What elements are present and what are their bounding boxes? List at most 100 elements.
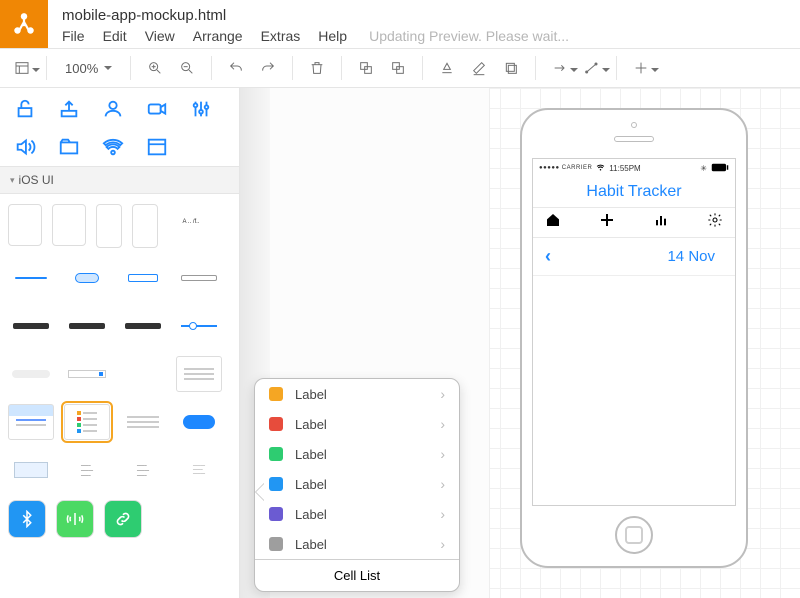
color-swatch [269, 507, 283, 521]
thumb-textblock-2[interactable]: ━━━━━━━━━━━━━ [120, 452, 166, 488]
shape-preview-popover: Label›Label›Label›Label›Label›Label› Cel… [254, 378, 460, 592]
thumb-message[interactable] [176, 404, 222, 440]
thumb-detail[interactable] [120, 404, 166, 440]
color-swatch [269, 417, 283, 431]
cell-list-item[interactable]: Label› [255, 469, 459, 499]
sound-icon[interactable] [10, 134, 40, 160]
wifi-icon[interactable] [98, 134, 128, 160]
insert-dropdown[interactable] [627, 54, 655, 82]
color-swatch [269, 537, 283, 551]
menu-file[interactable]: File [62, 28, 85, 44]
thumb-search[interactable] [8, 356, 54, 392]
thumb-text[interactable]: A .. /f.. [168, 204, 214, 240]
thumb-toggle[interactable] [64, 260, 110, 296]
to-back-button[interactable] [384, 54, 412, 82]
file-title[interactable]: mobile-app-mockup.html [62, 7, 569, 24]
thumb-table[interactable] [8, 404, 54, 440]
thumb-broadcast-icon[interactable] [56, 500, 94, 538]
status-bar: ●●●●● CARRIER 11:55PM ✳︎ [533, 159, 735, 177]
thumb-textblock[interactable]: ━━━━━━━━━━━━━ [64, 452, 110, 488]
cell-label: Label [295, 387, 327, 402]
user-icon[interactable] [98, 96, 128, 122]
thumb-iphone[interactable] [96, 204, 122, 248]
thumb-iphone-2[interactable] [132, 204, 158, 248]
date-row: ‹ 14 Nov [533, 238, 735, 276]
thumb-slider[interactable] [176, 308, 222, 344]
redo-button[interactable] [254, 54, 282, 82]
thumb-paragraph[interactable]: ━━━━━━━━━━━━━━ [176, 452, 222, 488]
tab-bar [533, 207, 735, 238]
zoom-dropdown[interactable]: 100% [57, 61, 120, 76]
thumb-spacer[interactable] [120, 356, 166, 392]
thumb-link-icon[interactable] [104, 500, 142, 538]
view-mode-dropdown[interactable] [8, 54, 36, 82]
home-button[interactable] [615, 516, 653, 554]
canvas[interactable]: ●●●●● CARRIER 11:55PM ✳︎ Habit Tracker [240, 88, 800, 598]
lock-icon[interactable] [10, 96, 40, 122]
settings-tab-icon[interactable] [707, 212, 723, 233]
upload-icon[interactable] [54, 96, 84, 122]
thumb-ipad-2[interactable] [52, 204, 86, 246]
thumb-cell-list[interactable] [64, 404, 110, 440]
fill-color-button[interactable] [433, 54, 461, 82]
thumb-callout[interactable] [8, 452, 54, 488]
menu-view[interactable]: View [145, 28, 175, 44]
thumb-button[interactable] [120, 260, 166, 296]
thumb-ipad[interactable] [8, 204, 42, 246]
carrier-label: ●●●●● CARRIER [539, 165, 592, 171]
menu-help[interactable]: Help [318, 28, 347, 44]
category-header-ios[interactable]: iOS UI [0, 166, 239, 194]
shape-thumbnails: A .. /f.. [0, 194, 239, 598]
folder-icon[interactable] [54, 134, 84, 160]
main-area: iOS UI A .. /f.. [0, 88, 800, 598]
waypoint-dropdown[interactable] [578, 54, 606, 82]
popover-title: Cell List [255, 559, 459, 591]
menu-edit[interactable]: Edit [103, 28, 127, 44]
thumb-segmented[interactable] [8, 260, 54, 296]
phone-speaker [614, 136, 654, 142]
video-icon[interactable] [142, 96, 172, 122]
chevron-right-icon: › [440, 386, 445, 402]
thumb-stepper[interactable] [176, 260, 222, 296]
phone-screen: ●●●●● CARRIER 11:55PM ✳︎ Habit Tracker [532, 158, 736, 506]
connection-dropdown[interactable] [546, 54, 574, 82]
sliders-icon[interactable] [186, 96, 216, 122]
chevron-right-icon: › [440, 416, 445, 432]
thumb-nav[interactable] [64, 356, 110, 392]
wifi-status-icon [596, 163, 605, 174]
menu-bar: File Edit View Arrange Extras Help Updat… [62, 28, 569, 44]
thumb-progress[interactable] [8, 308, 54, 344]
window-icon[interactable] [142, 134, 172, 160]
thumb-list[interactable] [176, 356, 222, 392]
cell-label: Label [295, 507, 327, 522]
category-label: iOS UI [19, 173, 54, 187]
cell-list-item[interactable]: Label› [255, 499, 459, 529]
undo-button[interactable] [222, 54, 250, 82]
cell-list-item[interactable]: Label › [255, 409, 459, 439]
cell-list-item[interactable]: Label› [255, 529, 459, 559]
time-label: 11:55PM [609, 164, 640, 173]
line-color-button[interactable] [465, 54, 493, 82]
zoom-in-button[interactable] [141, 54, 169, 82]
shadow-button[interactable] [497, 54, 525, 82]
bluetooth-status-icon: ✳︎ [700, 164, 707, 173]
stats-tab-icon[interactable] [653, 212, 669, 233]
to-front-button[interactable] [352, 54, 380, 82]
thumb-bluetooth-icon[interactable] [8, 500, 46, 538]
cell-label: Label [295, 417, 327, 432]
zoom-out-button[interactable] [173, 54, 201, 82]
menu-arrange[interactable]: Arrange [193, 28, 243, 44]
delete-button[interactable] [303, 54, 331, 82]
add-tab-icon[interactable] [599, 212, 615, 233]
iphone-frame[interactable]: ●●●●● CARRIER 11:55PM ✳︎ Habit Tracker [520, 108, 748, 568]
menu-extras[interactable]: Extras [261, 28, 301, 44]
cell-label: Label [295, 447, 327, 462]
back-chevron-icon[interactable]: ‹ [545, 246, 551, 267]
cell-list-item[interactable]: Label › [255, 379, 459, 409]
thumb-tabs[interactable] [64, 308, 110, 344]
home-tab-icon[interactable] [545, 212, 561, 233]
cell-list-item[interactable]: Label› [255, 439, 459, 469]
color-swatch [269, 447, 283, 461]
zoom-value: 100% [65, 61, 98, 76]
thumb-tabs-2[interactable] [120, 308, 166, 344]
